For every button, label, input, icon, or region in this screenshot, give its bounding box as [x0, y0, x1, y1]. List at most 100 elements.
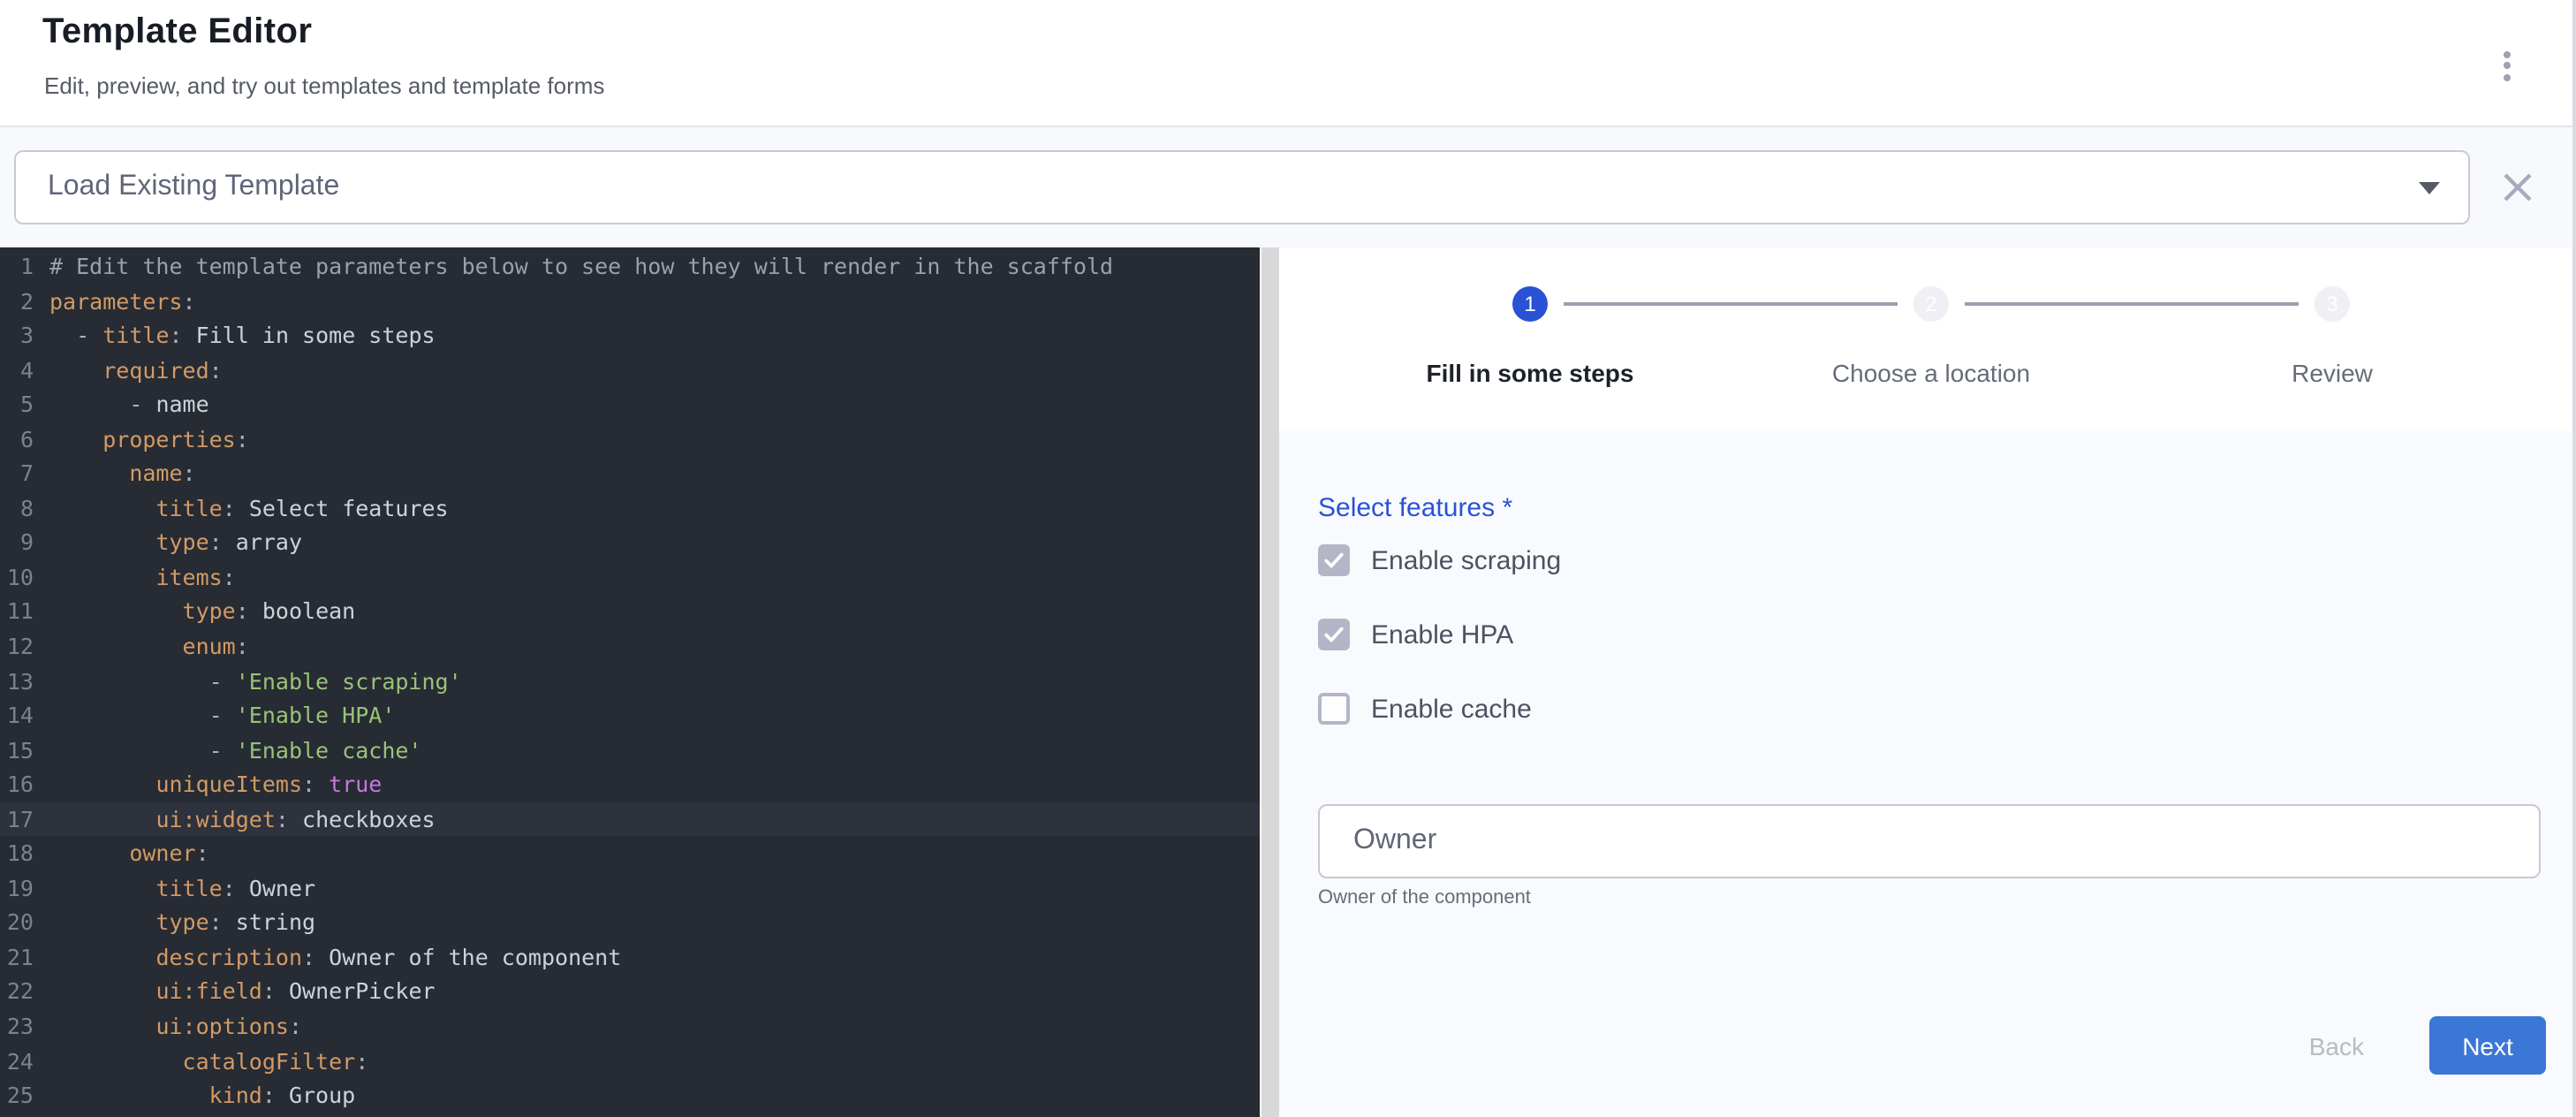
back-button[interactable]: Back	[2281, 1017, 2392, 1074]
owner-field: Owner of the component	[1318, 804, 2541, 908]
line-number: 14	[0, 698, 49, 733]
line-number: 21	[0, 940, 49, 975]
line-number: 20	[0, 906, 49, 940]
line-number: 19	[0, 871, 49, 906]
step-label-1: Fill in some steps	[1336, 359, 1724, 387]
load-template-bar: Load Existing Template	[0, 127, 2576, 247]
code-line: 4 required:	[0, 353, 1260, 387]
code-line: 16 uniqueItems: true	[0, 767, 1260, 802]
line-number: 6	[0, 422, 49, 456]
form-actions: Back Next	[2281, 1016, 2546, 1075]
step-circle-2: 2	[1913, 286, 1949, 322]
line-number: 13	[0, 664, 49, 698]
select-features-label: Select features *	[1318, 493, 2541, 523]
code-text: title: Owner	[49, 871, 1260, 906]
line-number: 16	[0, 767, 49, 802]
code-line: 11 type: boolean	[0, 595, 1260, 629]
code-text: uniqueItems: true	[49, 767, 1260, 802]
code-text: type: boolean	[49, 595, 1260, 629]
required-asterisk: *	[1502, 493, 1512, 523]
code-text: - 'Enable scraping'	[49, 664, 1260, 698]
code-line: 2parameters:	[0, 284, 1260, 318]
code-line: 5 - name	[0, 387, 1260, 422]
code-text: - title: Fill in some steps	[49, 318, 1260, 353]
line-number: 12	[0, 629, 49, 664]
checkbox-checked-icon	[1318, 544, 1350, 576]
code-text: - name	[49, 387, 1260, 422]
checkbox-label: Enable cache	[1371, 694, 1532, 724]
dropdown-caret-icon	[2419, 181, 2440, 194]
line-number: 24	[0, 1044, 49, 1078]
line-number: 22	[0, 975, 49, 1009]
line-number: 2	[0, 284, 49, 318]
code-text: title: Select features	[49, 491, 1260, 526]
code-line: 21 description: Owner of the component	[0, 940, 1260, 975]
code-line: 25 kind: Group	[0, 1078, 1260, 1113]
checkbox-label: Enable HPA	[1371, 619, 1513, 650]
page-title: Template Editor	[42, 12, 312, 53]
checkbox-unchecked-icon	[1318, 693, 1350, 725]
line-number: 25	[0, 1078, 49, 1113]
code-line: 22 ui:field: OwnerPicker	[0, 975, 1260, 1009]
template-select[interactable]: Load Existing Template	[14, 150, 2470, 224]
split-view: 1# Edit the template parameters below to…	[0, 247, 2576, 1117]
code-text: parameters:	[49, 284, 1260, 318]
owner-helper-text: Owner of the component	[1318, 887, 2541, 908]
code-text: enum:	[49, 629, 1260, 664]
owner-input[interactable]	[1318, 804, 2541, 878]
step-circle-3: 3	[2315, 286, 2350, 322]
code-text: properties:	[49, 422, 1260, 456]
line-number: 17	[0, 802, 49, 837]
checkbox-enable-scraping[interactable]: Enable scraping	[1318, 544, 2541, 576]
code-line: 8 title: Select features	[0, 491, 1260, 526]
checkbox-enable-hpa[interactable]: Enable HPA	[1318, 619, 2541, 650]
more-options-button[interactable]	[2484, 42, 2530, 88]
template-form: Select features * Enable scrapingEnable …	[1279, 431, 2576, 1117]
pane-divider[interactable]	[1260, 247, 1279, 1117]
more-options-icon	[2504, 50, 2511, 57]
code-line: 19 title: Owner	[0, 871, 1260, 906]
code-text: name:	[49, 457, 1260, 491]
code-text: required:	[49, 353, 1260, 387]
line-number: 9	[0, 526, 49, 560]
line-number: 8	[0, 491, 49, 526]
code-line: 18 owner:	[0, 837, 1260, 871]
code-text: type: string	[49, 906, 1260, 940]
line-number: 5	[0, 387, 49, 422]
code-line: 7 name:	[0, 457, 1260, 491]
code-text: owner:	[49, 837, 1260, 871]
step-connector	[1564, 302, 1898, 305]
code-line: 20 type: string	[0, 906, 1260, 940]
code-text: kind: Group	[49, 1078, 1260, 1113]
step-label-3: Review	[2138, 359, 2527, 387]
next-button[interactable]: Next	[2429, 1016, 2546, 1075]
code-line: 14 - 'Enable HPA'	[0, 698, 1260, 733]
page-header: Template Editor Edit, preview, and try o…	[0, 0, 2576, 127]
line-number: 4	[0, 353, 49, 387]
checkbox-checked-icon	[1318, 619, 1350, 650]
code-text: - 'Enable HPA'	[49, 698, 1260, 733]
line-number: 15	[0, 733, 49, 767]
code-text: ui:widget: checkboxes	[49, 802, 1260, 837]
template-preview-pane: 1 Fill in some steps 2 Choose a location 3 Re…	[1279, 247, 2576, 1117]
code-line: 3 - title: Fill in some steps	[0, 318, 1260, 353]
step-circle-1: 1	[1512, 286, 1548, 322]
code-line: 13 - 'Enable scraping'	[0, 664, 1260, 698]
code-text: catalogFilter:	[49, 1044, 1260, 1078]
code-line: 23 ui:options:	[0, 1009, 1260, 1044]
code-text: ui:options:	[49, 1009, 1260, 1044]
line-number: 23	[0, 1009, 49, 1044]
line-number: 7	[0, 457, 49, 491]
template-editor-page: Template Editor Edit, preview, and try o…	[0, 0, 2576, 1117]
checkbox-label: Enable scraping	[1371, 545, 1561, 575]
editor-lines: 1# Edit the template parameters below to…	[0, 249, 1260, 1113]
code-line: 6 properties:	[0, 422, 1260, 456]
close-template-selector-button[interactable]	[2500, 170, 2535, 205]
page-subtitle: Edit, preview, and try out templates and…	[44, 72, 604, 99]
checkbox-group: Enable scraping Enable HPA Enable cache	[1318, 544, 2541, 725]
code-text: ui:field: OwnerPicker	[49, 975, 1260, 1009]
code-editor[interactable]: 1# Edit the template parameters below to…	[0, 247, 1260, 1117]
step-label-2: Choose a location	[1737, 359, 2125, 387]
code-text: description: Owner of the component	[49, 940, 1260, 975]
checkbox-enable-cache[interactable]: Enable cache	[1318, 693, 2541, 725]
